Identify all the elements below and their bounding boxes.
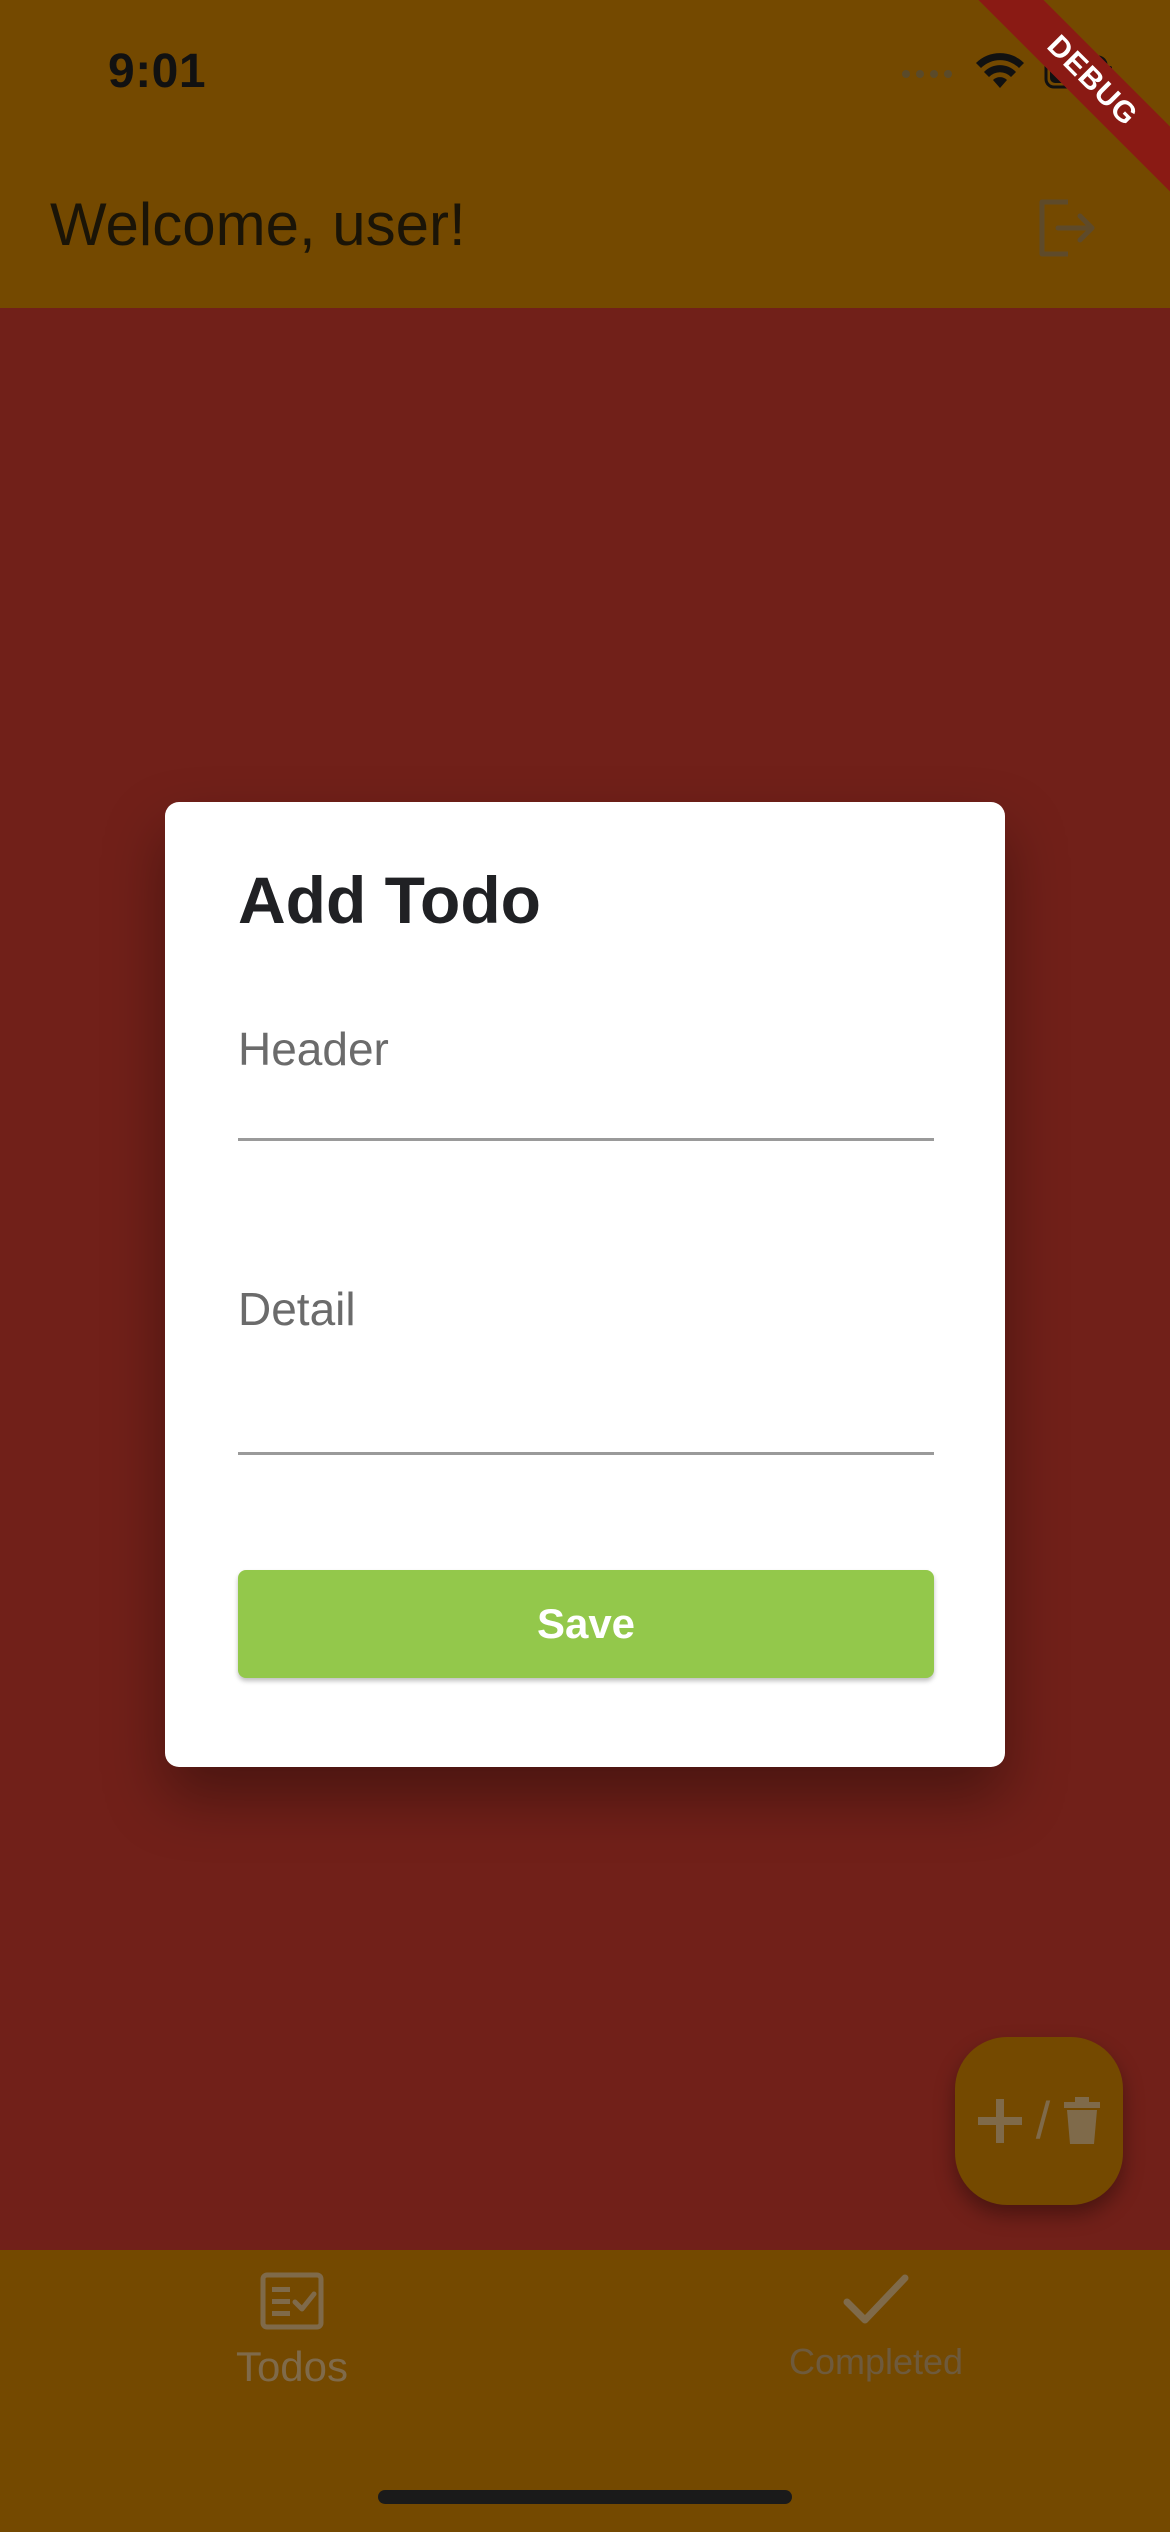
home-indicator xyxy=(378,2490,792,2504)
plus-icon xyxy=(977,2099,1022,2143)
header-input[interactable] xyxy=(238,1072,938,1134)
add-todo-dialog: Add Todo Header Detail Save xyxy=(165,802,1005,1767)
check-icon xyxy=(843,2274,909,2324)
header-label: Header xyxy=(238,1023,389,1075)
dialog-title: Add Todo xyxy=(238,863,541,937)
detail-underline xyxy=(238,1452,934,1455)
debug-ribbon: DEBUG xyxy=(950,0,1170,220)
fab-separator: / xyxy=(1035,2092,1051,2150)
save-button[interactable]: Save xyxy=(238,1570,934,1678)
header-field[interactable]: Header xyxy=(238,1022,938,1142)
detail-label: Detail xyxy=(238,1283,356,1335)
nav-item-todos[interactable]: Todos xyxy=(142,2272,442,2391)
detail-input[interactable] xyxy=(238,1372,938,1434)
trash-icon xyxy=(1064,2097,1101,2144)
debug-label: DEBUG xyxy=(962,0,1170,211)
nav-item-completed[interactable]: Completed xyxy=(726,2272,1026,2383)
logout-icon[interactable] xyxy=(1028,192,1100,264)
nav-label-todos: Todos xyxy=(235,2343,349,2390)
header-underline xyxy=(238,1138,934,1141)
top-bar: 9:01 DEBUG Welcome, user! xyxy=(0,0,1170,308)
add-delete-fab[interactable]: / xyxy=(955,2037,1123,2205)
signal-icon xyxy=(902,70,952,78)
detail-field[interactable]: Detail xyxy=(238,1282,938,1462)
nav-label-completed: Completed xyxy=(788,2341,964,2382)
status-time: 9:01 xyxy=(108,45,207,98)
page-title: Welcome, user! xyxy=(50,191,466,258)
todo-list-icon xyxy=(260,2272,324,2330)
